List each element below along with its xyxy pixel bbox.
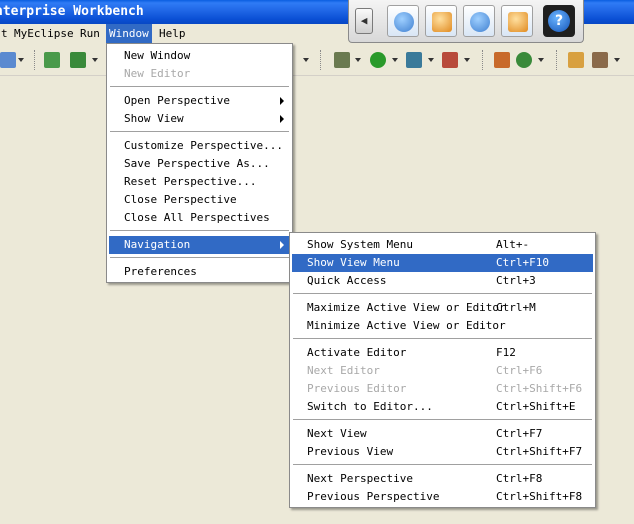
menu-item-open-perspective[interactable]: Open Perspective: [109, 92, 290, 110]
menu-item-customize-perspective[interactable]: Customize Perspective...: [109, 137, 290, 155]
package-icon[interactable]: [494, 52, 510, 68]
menu-separator: [293, 338, 592, 340]
hand-icon[interactable]: [425, 5, 457, 37]
menu-item-previous-view[interactable]: Previous View Ctrl+Shift+F7: [292, 443, 593, 461]
new-class-icon[interactable]: [516, 52, 532, 68]
menu-item-show-view[interactable]: Show View: [109, 110, 290, 128]
shortcut-label: Ctrl+Shift+E: [496, 400, 576, 413]
toolbar-separator: [320, 50, 322, 70]
floating-toolbar: ◀ ?: [348, 0, 584, 43]
menu-item-show-view-menu[interactable]: Show View Menu Ctrl+F10: [292, 254, 593, 272]
back-arrow-icon[interactable]: ◀: [355, 8, 373, 34]
menu-item-maximize-active[interactable]: Maximize Active View or Editor Ctrl+M: [292, 299, 593, 317]
menu-window[interactable]: Window: [106, 24, 152, 44]
chevron-down-icon[interactable]: [428, 58, 434, 62]
help-glyph: ?: [548, 10, 570, 32]
menu-item-close-all-perspectives[interactable]: Close All Perspectives: [109, 209, 290, 227]
menu-item-navigation[interactable]: Navigation: [109, 236, 290, 254]
menu-item-next-editor: Next Editor Ctrl+F6: [292, 362, 593, 380]
window-title: nterprise Workbench: [0, 4, 144, 19]
chevron-down-icon[interactable]: [464, 58, 470, 62]
run-external-icon[interactable]: [406, 52, 422, 68]
shortcut-label: F12: [496, 346, 516, 359]
menu-item-next-perspective[interactable]: Next Perspective Ctrl+F8: [292, 470, 593, 488]
shortcut-label: Ctrl+F8: [496, 472, 543, 485]
navigation-submenu: Show System Menu Alt+- Show View Menu Ctrl…: [289, 232, 596, 508]
menu-item-reset-perspective[interactable]: Reset Perspective...: [109, 173, 290, 191]
open-folder-icon[interactable]: [568, 52, 584, 68]
chevron-down-icon[interactable]: [355, 58, 361, 62]
menu-item-show-system-menu[interactable]: Show System Menu Alt+-: [292, 236, 593, 254]
menu-item-close-perspective[interactable]: Close Perspective: [109, 191, 290, 209]
menu-separator: [110, 257, 289, 259]
shortcut-label: Ctrl+M: [496, 301, 536, 314]
menu-separator: [293, 419, 592, 421]
menu-item-quick-access[interactable]: Quick Access Ctrl+3: [292, 272, 593, 290]
menu-item-save-perspective-as[interactable]: Save Perspective As...: [109, 155, 290, 173]
server-icon[interactable]: [0, 52, 16, 68]
menu-item-previous-perspective[interactable]: Previous Perspective Ctrl+Shift+F8: [292, 488, 593, 506]
menu-item-activate-editor[interactable]: Activate Editor F12: [292, 344, 593, 362]
submenu-arrow-icon: [280, 241, 284, 249]
shortcut-label: Alt+-: [496, 238, 530, 251]
menu-item-previous-editor: Previous Editor Ctrl+Shift+F6: [292, 380, 593, 398]
main-toolbar: [0, 44, 634, 76]
menu-item-new-editor: New Editor: [124, 67, 191, 80]
toolbar-separator: [556, 50, 558, 70]
chevron-down-icon[interactable]: [538, 58, 544, 62]
menu-item-minimize-active[interactable]: Minimize Active View or Editor: [292, 317, 593, 335]
shortcut-label: Ctrl+3: [496, 274, 536, 287]
menu-help[interactable]: Help: [156, 24, 189, 44]
debug-icon[interactable]: [334, 52, 350, 68]
menu-run[interactable]: Run: [77, 24, 103, 44]
export-icon[interactable]: [501, 5, 533, 37]
menu-separator: [110, 230, 289, 232]
brush-icon[interactable]: [592, 52, 608, 68]
run-server-icon[interactable]: [70, 52, 86, 68]
chevron-down-icon[interactable]: [18, 58, 24, 62]
help-icon[interactable]: ?: [543, 5, 575, 37]
deploy-icon[interactable]: [44, 52, 60, 68]
submenu-arrow-icon: [280, 115, 284, 123]
chevron-down-icon[interactable]: [92, 58, 98, 62]
menu-item-new-window[interactable]: New Window: [109, 47, 290, 65]
external-tools-icon[interactable]: [442, 52, 458, 68]
chevron-down-icon[interactable]: [303, 58, 309, 62]
menu-separator: [110, 131, 289, 133]
menu-separator: [110, 86, 289, 88]
menu-item-switch-to-editor[interactable]: Switch to Editor... Ctrl+Shift+E: [292, 398, 593, 416]
menu-myeclipse[interactable]: MyEclipse: [11, 24, 77, 44]
shortcut-label: Ctrl+F10: [496, 256, 549, 269]
shortcut-label: Ctrl+Shift+F6: [496, 382, 583, 395]
menu-separator: [293, 293, 592, 295]
toolbar-separator: [482, 50, 484, 70]
menu-separator: [293, 464, 592, 466]
shortcut-label: Ctrl+Shift+F7: [496, 445, 583, 458]
chevron-down-icon[interactable]: [392, 58, 398, 62]
menu-item-preferences[interactable]: Preferences: [109, 263, 290, 281]
menu-file[interactable]: t: [0, 24, 11, 44]
shortcut-label: Ctrl+F7: [496, 427, 543, 440]
shortcut-label: Ctrl+F6: [496, 364, 543, 377]
submenu-arrow-icon: [280, 97, 284, 105]
toolbar-separator: [34, 50, 36, 70]
run-icon[interactable]: [370, 52, 386, 68]
user-icon[interactable]: [463, 5, 495, 37]
perspective-check-icon[interactable]: [387, 5, 419, 37]
shortcut-label: Ctrl+Shift+F8: [496, 490, 583, 503]
window-menu: New Window New Editor Open Perspective S…: [106, 43, 293, 283]
chevron-down-icon[interactable]: [614, 58, 620, 62]
menu-item-next-view[interactable]: Next View Ctrl+F7: [292, 425, 593, 443]
